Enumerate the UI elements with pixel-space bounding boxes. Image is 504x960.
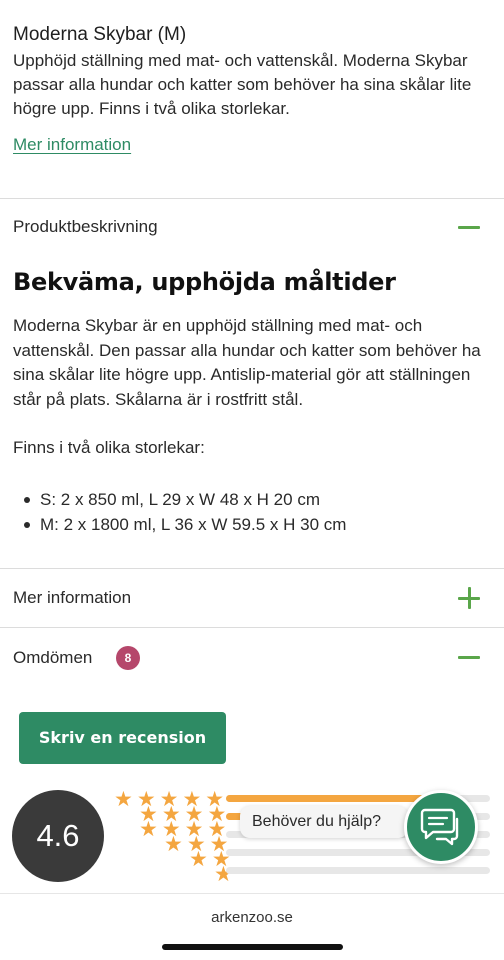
expand-plus-icon[interactable] bbox=[458, 587, 480, 609]
size-item-s: S: 2 x 850 ml, L 29 x W 48 x H 20 cm bbox=[23, 487, 346, 512]
url-display[interactable]: arkenzoo.se bbox=[0, 909, 504, 926]
browser-bottom-bar: arkenzoo.se bbox=[0, 893, 504, 960]
average-rating-circle: 4.6 bbox=[12, 790, 104, 882]
size-list: S: 2 x 850 ml, L 29 x W 48 x H 20 cm M: … bbox=[23, 487, 346, 537]
section-title-more-info: Mer information bbox=[13, 588, 132, 607]
chat-button[interactable] bbox=[404, 790, 478, 864]
divider bbox=[0, 627, 504, 628]
help-bubble[interactable]: Behöver du hjälp? bbox=[240, 806, 408, 838]
description-body: Moderna Skybar är en upphöjd ställning m… bbox=[13, 316, 481, 409]
sizes-intro: Finns i två olika storlekar: bbox=[13, 438, 205, 457]
chat-bubbles-icon bbox=[420, 808, 459, 846]
product-name: Moderna Skybar (M) bbox=[13, 24, 187, 45]
size-item-m: M: 2 x 1800 ml, L 36 x W 59.5 x H 30 cm bbox=[23, 512, 346, 537]
product-summary: Upphöjd ställning med mat- och vattenskå… bbox=[13, 51, 472, 118]
rating-bar-fill bbox=[226, 795, 424, 802]
section-title-description: Produktbeskrivning bbox=[13, 217, 158, 236]
collapse-minus-icon[interactable] bbox=[458, 216, 480, 238]
more-info-link[interactable]: Mer information bbox=[13, 135, 131, 155]
write-review-button[interactable]: Skriv en recension bbox=[19, 712, 226, 764]
description-heading: Bekväma, upphöjda måltider bbox=[13, 268, 396, 296]
divider bbox=[0, 198, 504, 199]
review-count-badge: 8 bbox=[116, 646, 140, 670]
divider bbox=[0, 568, 504, 569]
section-title-reviews: Omdömen bbox=[13, 648, 93, 667]
home-indicator bbox=[162, 944, 343, 950]
collapse-minus-icon[interactable] bbox=[458, 646, 480, 668]
rating-bar-track bbox=[226, 867, 490, 874]
